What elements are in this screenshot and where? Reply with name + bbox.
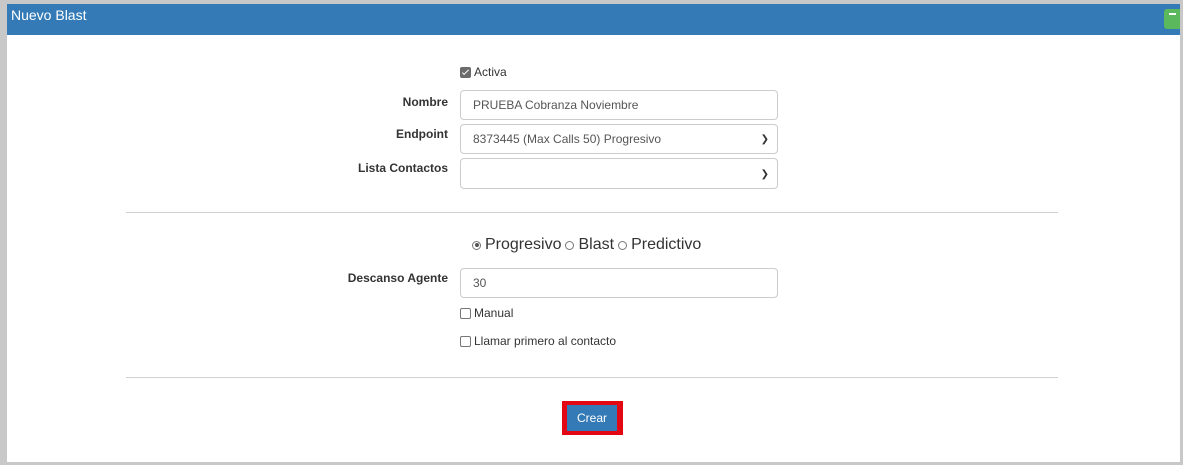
panel-header: Nuevo Blast (7, 4, 1180, 35)
nombre-input[interactable]: PRUEBA Cobranza Noviembre (460, 90, 778, 120)
llamar-primero-label: Llamar primero al contacto (474, 334, 617, 348)
descanso-agente-label: Descanso Agente (347, 271, 448, 285)
mode-radio-group: Progresivo Blast Predictivo (470, 236, 703, 254)
llamar-primero-checkbox-row[interactable]: Llamar primero al contacto (460, 334, 616, 348)
radio-progresivo[interactable] (472, 240, 481, 250)
divider (126, 212, 1058, 213)
collapse-button[interactable] (1164, 9, 1180, 29)
descanso-agente-value: 30 (473, 276, 487, 290)
radio-blast-label[interactable]: Blast (578, 236, 614, 254)
activa-checkbox-row[interactable]: Activa (460, 65, 507, 79)
activa-checkbox[interactable] (460, 66, 471, 78)
descanso-agente-input[interactable]: 30 (460, 268, 778, 298)
chevron-down-icon: ❯ (760, 134, 769, 145)
minus-icon (1169, 13, 1176, 15)
lista-contactos-label: Lista Contactos (357, 161, 448, 175)
lista-contactos-select[interactable]: ❯ (460, 158, 778, 189)
manual-checkbox[interactable] (460, 307, 471, 319)
activa-label: Activa (474, 65, 507, 79)
manual-checkbox-row[interactable]: Manual (460, 306, 513, 320)
endpoint-select[interactable]: 8373445 (Max Calls 50) Progresivo ❯ (460, 124, 778, 154)
endpoint-value: 8373445 (Max Calls 50) Progresivo (473, 132, 662, 146)
nombre-label: Nombre (402, 95, 448, 109)
frame-border-left (0, 0, 7, 465)
manual-label: Manual (474, 306, 514, 320)
radio-blast[interactable] (565, 240, 575, 250)
radio-predictivo-label[interactable]: Predictivo (631, 236, 701, 254)
endpoint-label: Endpoint (396, 127, 448, 141)
crear-button[interactable]: Crear (567, 405, 617, 431)
nombre-value: PRUEBA Cobranza Noviembre (473, 98, 639, 112)
radio-progresivo-label[interactable]: Progresivo (485, 236, 561, 254)
blast-panel: Nuevo Blast Activa Nombre PRUEBA Cobranz… (0, 0, 1183, 465)
panel-title: Nuevo Blast (11, 7, 87, 23)
llamar-primero-checkbox[interactable] (460, 335, 471, 347)
radio-predictivo[interactable] (618, 240, 628, 250)
divider (126, 377, 1058, 378)
chevron-down-icon: ❯ (760, 168, 769, 180)
